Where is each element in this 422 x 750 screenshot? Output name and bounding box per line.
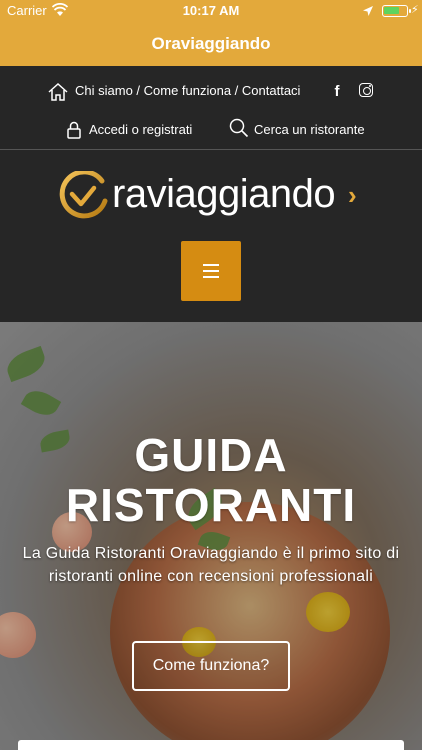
top-links-row: Chi siamo / Come funziona / Contattaci f <box>0 66 422 116</box>
logo-chevron-icon: › <box>348 180 357 210</box>
hero-subtitle: La Guida Ristoranti Oraviaggiando è il p… <box>22 545 400 585</box>
logo-mark-icon <box>59 171 108 219</box>
nav-title: Oraviaggiando <box>151 34 271 53</box>
hero-title: GUIDA RISTORANTI <box>65 429 357 531</box>
search-restaurant-link[interactable]: Cerca un ristorante <box>254 122 365 137</box>
how-it-works-button[interactable]: Come funziona? <box>132 641 290 691</box>
login-link[interactable]: Accedi o registrati <box>89 122 192 137</box>
brand-logo[interactable]: raviaggiando › <box>58 167 368 223</box>
hero-section: GUIDA RISTORANTI La Guida Ristoranti Ora… <box>0 322 422 750</box>
home-icon[interactable] <box>47 82 69 102</box>
hamburger-menu-button[interactable] <box>181 241 241 301</box>
clock: 10:17 AM <box>182 3 240 18</box>
info-links[interactable]: Chi siamo / Come funziona / Contattaci <box>75 83 300 98</box>
facebook-icon[interactable]: f <box>331 83 343 100</box>
instagram-icon[interactable] <box>359 83 373 97</box>
charging-bolt-icon: ⚡ <box>411 4 419 16</box>
location-arrow-icon <box>363 6 373 16</box>
content-card-edge <box>18 740 404 750</box>
hamburger-menu-icon <box>203 264 219 266</box>
status-bar: Carrier 10:17 AM ⚡ <box>0 0 422 22</box>
header-divider <box>0 149 422 150</box>
site-header: Chi siamo / Come funziona / Contattaci f… <box>0 66 422 322</box>
logo-wordmark: raviaggiando <box>112 172 336 216</box>
battery-icon <box>382 5 411 17</box>
lock-icon <box>67 121 81 139</box>
account-search-row: Accedi o registrati Cerca un ristorante <box>0 116 422 150</box>
top-bar: Carrier 10:17 AM ⚡ Oraviaggiando <box>0 0 422 66</box>
search-icon[interactable] <box>229 118 249 138</box>
